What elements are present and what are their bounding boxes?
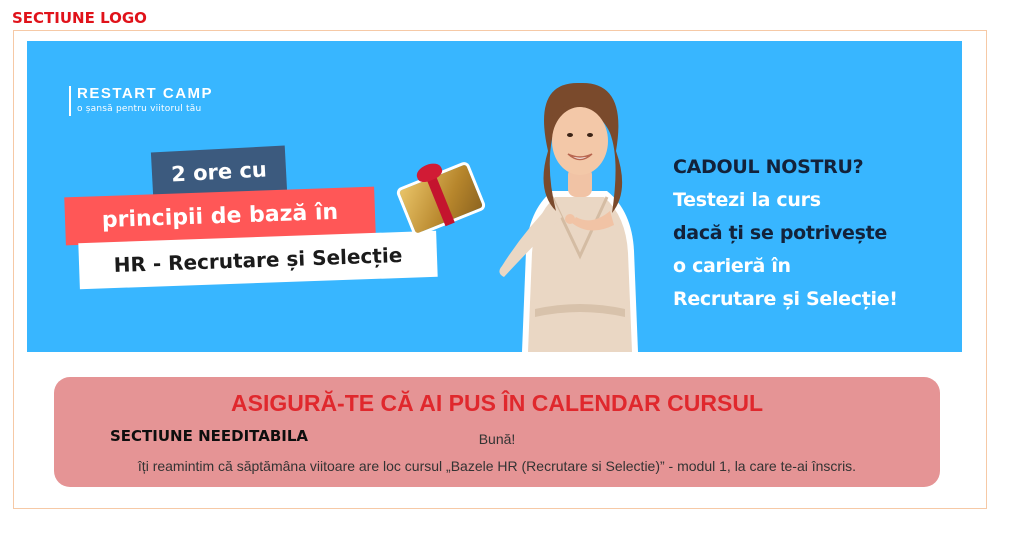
- offer-line: dacă ți se potrivește: [673, 222, 888, 244]
- course-banner-image: RESTART CAMP o șansă pentru viitorul tău…: [27, 41, 962, 352]
- section-logo-label: SECTIUNE LOGO: [12, 9, 147, 27]
- offer-line: Recrutare și Selecție!: [673, 288, 898, 310]
- logo-bar: [69, 86, 71, 116]
- woman-illustration: [499, 82, 638, 352]
- offer-heading: CADOUL NOSTRU?: [673, 156, 864, 178]
- reminder-title: ASIGURĂ-TE CĂ AI PUS ÎN CALENDAR CURSUL: [231, 390, 763, 416]
- gift-offer-text: CADOUL NOSTRU? Testezi la curs dacă ți s…: [673, 151, 953, 316]
- reminder-greeting: Bună!: [478, 431, 516, 447]
- offer-line: o carieră în: [673, 255, 791, 277]
- logo-tagline: o șansă pentru viitorul tău: [77, 104, 202, 114]
- offer-line: Testezi la curs: [673, 189, 821, 211]
- gift-box-icon: [399, 160, 483, 234]
- course-reminder-box: ASIGURĂ-TE CĂ AI PUS ÎN CALENDAR CURSUL …: [54, 377, 940, 487]
- logo-name: RESTART CAMP: [77, 85, 214, 102]
- reminder-message: îți reamintim că săptămâna viitoare are …: [137, 458, 857, 474]
